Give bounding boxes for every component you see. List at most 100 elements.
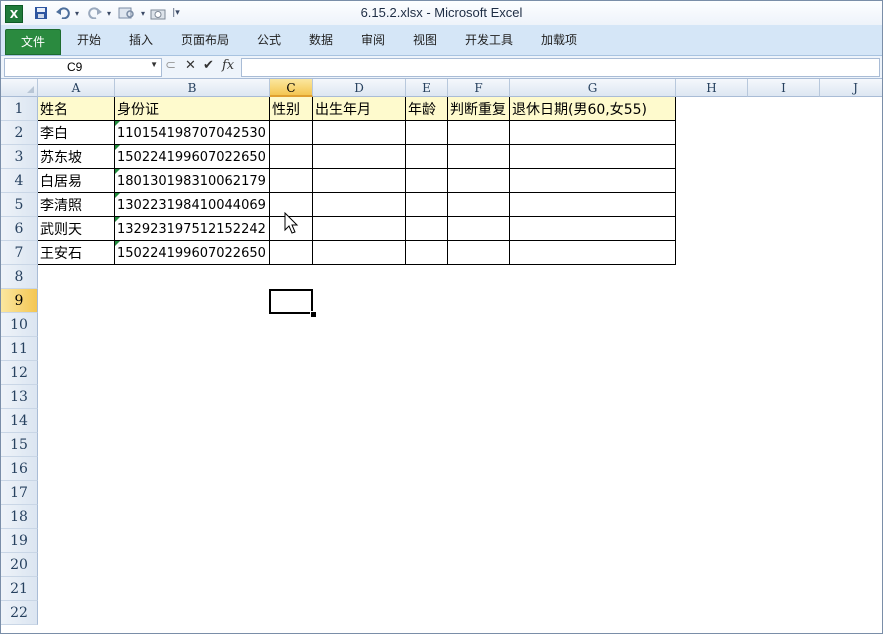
cell-a6[interactable]: 武则天 — [38, 217, 115, 241]
row-header-7[interactable]: 7 — [1, 241, 38, 265]
column-header-e[interactable]: E — [406, 79, 448, 97]
cell-g1[interactable]: 退休日期(男60,女55) — [510, 97, 676, 121]
cancel-icon[interactable]: ✕ — [185, 58, 196, 74]
row-header-6[interactable]: 6 — [1, 217, 38, 241]
row-header-9[interactable]: 9 — [1, 289, 38, 313]
name-box-dropdown-icon[interactable]: ▼ — [150, 60, 158, 69]
id-number-text: 150224199607022650 — [117, 150, 266, 165]
cell-a4[interactable]: 白居易 — [38, 169, 115, 193]
cell-f6[interactable] — [448, 217, 510, 241]
row-header-21[interactable]: 21 — [1, 577, 38, 601]
cell-b1[interactable]: 身份证 — [115, 97, 270, 121]
cell-d2[interactable] — [313, 121, 406, 145]
cell-g3[interactable] — [510, 145, 676, 169]
cell-f3[interactable] — [448, 145, 510, 169]
tab-addins[interactable]: 加载项 — [537, 32, 581, 48]
tab-data[interactable]: 数据 — [305, 32, 337, 48]
worksheet-grid[interactable]: A B C D E F G H I J 1 2 3 4 5 6 7 8 9 10 11 12 13 14 1… — [1, 79, 882, 633]
column-header-a[interactable]: A — [38, 79, 115, 97]
row-header-17[interactable]: 17 — [1, 481, 38, 505]
tab-view[interactable]: 视图 — [409, 32, 441, 48]
cell-a3[interactable]: 苏东坡 — [38, 145, 115, 169]
cell-e6[interactable] — [406, 217, 448, 241]
enter-icon[interactable]: ✔ — [203, 58, 214, 74]
cell-g7[interactable] — [510, 241, 676, 265]
cell-g6[interactable] — [510, 217, 676, 241]
cell-c7[interactable] — [270, 241, 313, 265]
tab-formulas[interactable]: 公式 — [253, 32, 285, 48]
cell-a1[interactable]: 姓名 — [38, 97, 115, 121]
column-header-f[interactable]: F — [448, 79, 510, 97]
fill-handle[interactable] — [310, 311, 317, 318]
row-header-15[interactable]: 15 — [1, 433, 38, 457]
row-header-18[interactable]: 18 — [1, 505, 38, 529]
select-all-corner[interactable] — [1, 79, 38, 97]
column-header-c[interactable]: C — [270, 79, 313, 97]
column-header-d[interactable]: D — [313, 79, 406, 97]
cell-f5[interactable] — [448, 193, 510, 217]
row-header-20[interactable]: 20 — [1, 553, 38, 577]
cell-a7[interactable]: 王安石 — [38, 241, 115, 265]
row-header-13[interactable]: 13 — [1, 385, 38, 409]
active-cell-c9[interactable] — [269, 289, 313, 314]
name-box[interactable]: C9 ▼ — [4, 58, 162, 77]
row-header-5[interactable]: 5 — [1, 193, 38, 217]
tab-file[interactable]: 文件 — [5, 29, 61, 55]
cell-b5[interactable]: 130223198410044069 — [115, 193, 270, 217]
cell-g2[interactable] — [510, 121, 676, 145]
cell-e7[interactable] — [406, 241, 448, 265]
column-header-j[interactable]: J — [820, 79, 882, 97]
cell-c3[interactable] — [270, 145, 313, 169]
formula-input[interactable] — [241, 58, 880, 77]
column-header-g[interactable]: G — [510, 79, 676, 97]
cell-b4[interactable]: 180130198310062179 — [115, 169, 270, 193]
cell-d7[interactable] — [313, 241, 406, 265]
row-header-12[interactable]: 12 — [1, 361, 38, 385]
cell-e1[interactable]: 年龄 — [406, 97, 448, 121]
cell-c4[interactable] — [270, 169, 313, 193]
column-header-i[interactable]: I — [748, 79, 820, 97]
cell-f2[interactable] — [448, 121, 510, 145]
column-header-b[interactable]: B — [115, 79, 270, 97]
cell-b7[interactable]: 150224199607022650 — [115, 241, 270, 265]
cell-a5[interactable]: 李清照 — [38, 193, 115, 217]
cell-f4[interactable] — [448, 169, 510, 193]
fx-icon[interactable]: fx — [222, 58, 234, 74]
row-header-14[interactable]: 14 — [1, 409, 38, 433]
tab-developer[interactable]: 开发工具 — [461, 32, 517, 48]
row-header-11[interactable]: 11 — [1, 337, 38, 361]
row-header-19[interactable]: 19 — [1, 529, 38, 553]
row-header-16[interactable]: 16 — [1, 457, 38, 481]
cell-d6[interactable] — [313, 217, 406, 241]
tab-home[interactable]: 开始 — [73, 32, 105, 48]
cell-e5[interactable] — [406, 193, 448, 217]
cell-g4[interactable] — [510, 169, 676, 193]
cell-g5[interactable] — [510, 193, 676, 217]
cell-c2[interactable] — [270, 121, 313, 145]
cell-d1[interactable]: 出生年月 — [313, 97, 406, 121]
cell-b2[interactable]: 110154198707042530 — [115, 121, 270, 145]
row-header-10[interactable]: 10 — [1, 313, 38, 337]
cell-d5[interactable] — [313, 193, 406, 217]
cell-c1[interactable]: 性别 — [270, 97, 313, 121]
cell-b3[interactable]: 150224199607022650 — [115, 145, 270, 169]
cell-d3[interactable] — [313, 145, 406, 169]
row-header-2[interactable]: 2 — [1, 121, 38, 145]
cell-e2[interactable] — [406, 121, 448, 145]
row-header-4[interactable]: 4 — [1, 169, 38, 193]
cell-a2[interactable]: 李白 — [38, 121, 115, 145]
column-header-h[interactable]: H — [676, 79, 748, 97]
cell-d4[interactable] — [313, 169, 406, 193]
row-header-22[interactable]: 22 — [1, 601, 38, 625]
tab-page-layout[interactable]: 页面布局 — [177, 32, 233, 48]
cell-e3[interactable] — [406, 145, 448, 169]
tab-review[interactable]: 审阅 — [357, 32, 389, 48]
cell-b6[interactable]: 132923197512152242 — [115, 217, 270, 241]
row-header-8[interactable]: 8 — [1, 265, 38, 289]
cell-f7[interactable] — [448, 241, 510, 265]
tab-insert[interactable]: 插入 — [125, 32, 157, 48]
row-header-1[interactable]: 1 — [1, 97, 38, 121]
cell-f1[interactable]: 判断重复 — [448, 97, 510, 121]
cell-e4[interactable] — [406, 169, 448, 193]
row-header-3[interactable]: 3 — [1, 145, 38, 169]
